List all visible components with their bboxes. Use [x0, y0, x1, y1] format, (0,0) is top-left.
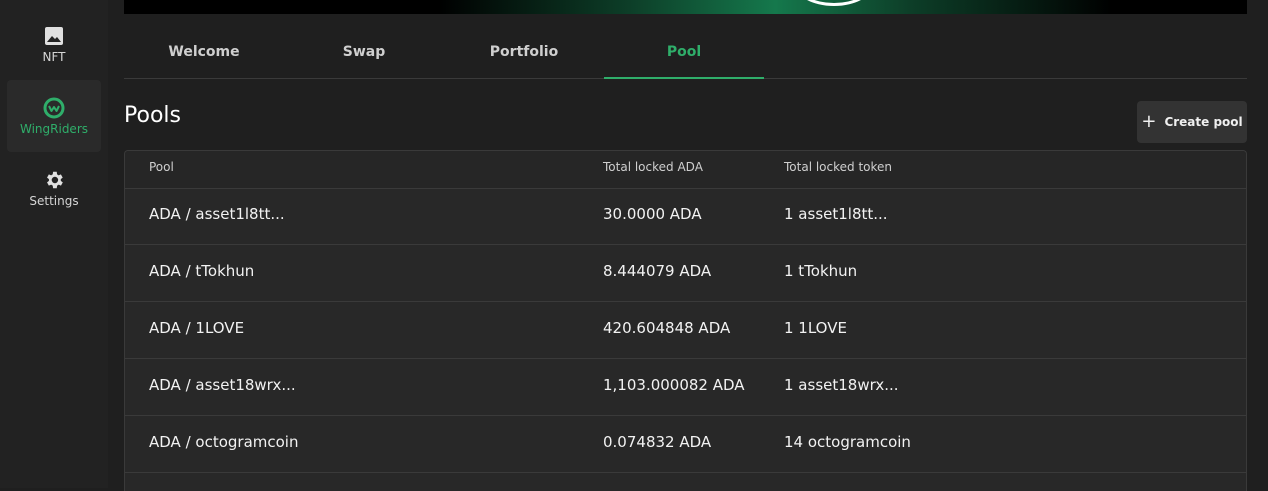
- table-row[interactable]: ADA / 1LOVE 420.604848 ADA 1 1LOVE: [125, 302, 1246, 359]
- locked-ada-cell: 30.0000 ADA: [603, 205, 702, 223]
- locked-token-cell: 1 tTokhun: [784, 262, 858, 280]
- table-row[interactable]: ADA / octogramcoin 0.074832 ADA 14 octog…: [125, 416, 1246, 473]
- create-pool-button[interactable]: + Create pool: [1137, 101, 1247, 143]
- locked-ada-cell: 0.074832 ADA: [603, 433, 712, 451]
- image-icon: [43, 25, 65, 47]
- tab-pool[interactable]: Pool: [604, 26, 764, 79]
- locked-ada-cell: 8.444079 ADA: [603, 262, 712, 280]
- plus-icon: +: [1141, 111, 1157, 132]
- sidebar-item-nft[interactable]: NFT: [7, 8, 101, 80]
- pools-table: Pool Total locked ADA Total locked token…: [124, 150, 1247, 491]
- table-row[interactable]: ADA / tTokhun 8.444079 ADA 1 tTokhun: [125, 245, 1246, 302]
- column-header-total-locked-ada: Total locked ADA: [603, 160, 703, 174]
- pool-name-cell: ADA / asset1l8tt...: [149, 205, 285, 223]
- sidebar-item-label: Settings: [29, 193, 79, 208]
- page-title: Pools: [124, 103, 181, 128]
- tab-portfolio[interactable]: Portfolio: [444, 26, 604, 78]
- locked-token-cell: 1 1LOVE: [784, 319, 847, 337]
- pool-name-cell: ADA / 1LOVE: [149, 319, 245, 337]
- sidebar-item-label: NFT: [42, 49, 66, 64]
- sidebar-item-label: WingRiders: [19, 121, 88, 136]
- sidebar-item-settings[interactable]: Settings: [7, 152, 101, 224]
- create-pool-label: Create pool: [1164, 115, 1243, 129]
- gear-icon: [43, 169, 65, 191]
- locked-token-cell: 14 octogramcoin: [784, 433, 911, 451]
- pool-name-cell: ADA / asset18wrx...: [149, 376, 296, 394]
- sidebar: NFT WingRiders Settings: [0, 0, 108, 488]
- locked-ada-cell: 420.604848 ADA: [603, 319, 731, 337]
- banner-logo-ring: [794, 0, 874, 6]
- column-header-total-locked-token: Total locked token: [784, 160, 893, 174]
- pool-name-cell: ADA / octogramcoin: [149, 433, 299, 451]
- table-row[interactable]: ADA / asset1l8tt... 30.0000 ADA 1 asset1…: [125, 188, 1246, 245]
- tab-bar: Welcome Swap Portfolio Pool: [124, 26, 1247, 79]
- table-header: Pool Total locked ADA Total locked token: [125, 151, 1246, 189]
- hero-banner: [124, 0, 1247, 14]
- pool-name-cell: ADA / tTokhun: [149, 262, 255, 280]
- tab-swap[interactable]: Swap: [284, 26, 444, 78]
- sidebar-item-wingriders[interactable]: WingRiders: [7, 80, 101, 152]
- tab-welcome[interactable]: Welcome: [124, 26, 284, 78]
- locked-token-cell: 1 asset18wrx...: [784, 376, 899, 394]
- table-row[interactable]: ADA / asset18wrx... 1,103.000082 ADA 1 a…: [125, 359, 1246, 416]
- locked-ada-cell: 1,103.000082 ADA: [603, 376, 745, 394]
- wingriders-logo-icon: [43, 97, 65, 119]
- locked-token-cell: 1 asset1l8tt...: [784, 205, 888, 223]
- column-header-pool: Pool: [149, 160, 174, 174]
